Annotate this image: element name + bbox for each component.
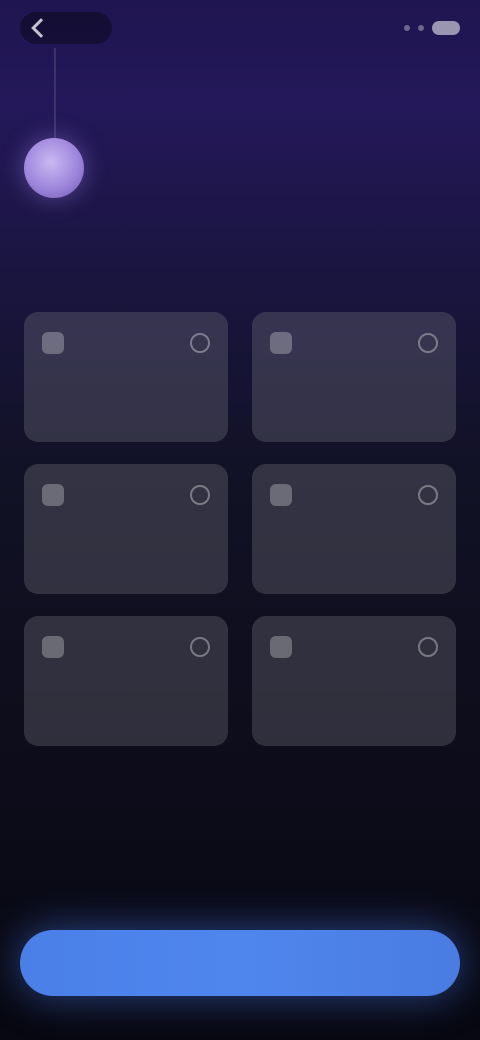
thread-connector (54, 48, 56, 142)
option-card-6[interactable] (252, 616, 456, 746)
option-label (270, 528, 438, 574)
option-card-header (42, 636, 210, 658)
battery-icon (432, 21, 460, 35)
radio-circle-icon (418, 333, 438, 353)
radio-circle-icon (190, 333, 210, 353)
radio-circle-icon (418, 637, 438, 657)
option-card-2[interactable] (252, 312, 456, 442)
chevron-left-icon (31, 18, 51, 38)
status-dot-icon (418, 25, 424, 31)
continue-button[interactable] (20, 930, 460, 996)
option-icon (42, 332, 64, 354)
radio-circle-icon (418, 485, 438, 505)
option-card-5[interactable] (24, 616, 228, 746)
back-button[interactable] (20, 12, 112, 44)
option-icon (42, 636, 64, 658)
option-card-header (42, 484, 210, 506)
option-card-4[interactable] (252, 464, 456, 594)
option-icon (270, 484, 292, 506)
status-dot-icon (404, 25, 410, 31)
option-card-header (270, 484, 438, 506)
option-label (42, 680, 210, 726)
option-icon (270, 332, 292, 354)
option-label (42, 376, 210, 422)
cta-container (20, 930, 460, 996)
header-text (112, 138, 456, 252)
option-card-header (270, 636, 438, 658)
option-card-1[interactable] (24, 312, 228, 442)
option-label (42, 528, 210, 574)
option-label (270, 376, 438, 422)
avatar (24, 138, 84, 198)
radio-circle-icon (190, 637, 210, 657)
header (24, 138, 456, 252)
option-card-header (42, 332, 210, 354)
page-title (112, 156, 456, 246)
status-indicators (404, 21, 460, 35)
option-icon (42, 484, 64, 506)
option-card-3[interactable] (24, 464, 228, 594)
top-bar (20, 8, 460, 48)
option-label (270, 680, 438, 726)
options-grid (24, 312, 456, 746)
radio-circle-icon (190, 485, 210, 505)
option-icon (270, 636, 292, 658)
option-card-header (270, 332, 438, 354)
